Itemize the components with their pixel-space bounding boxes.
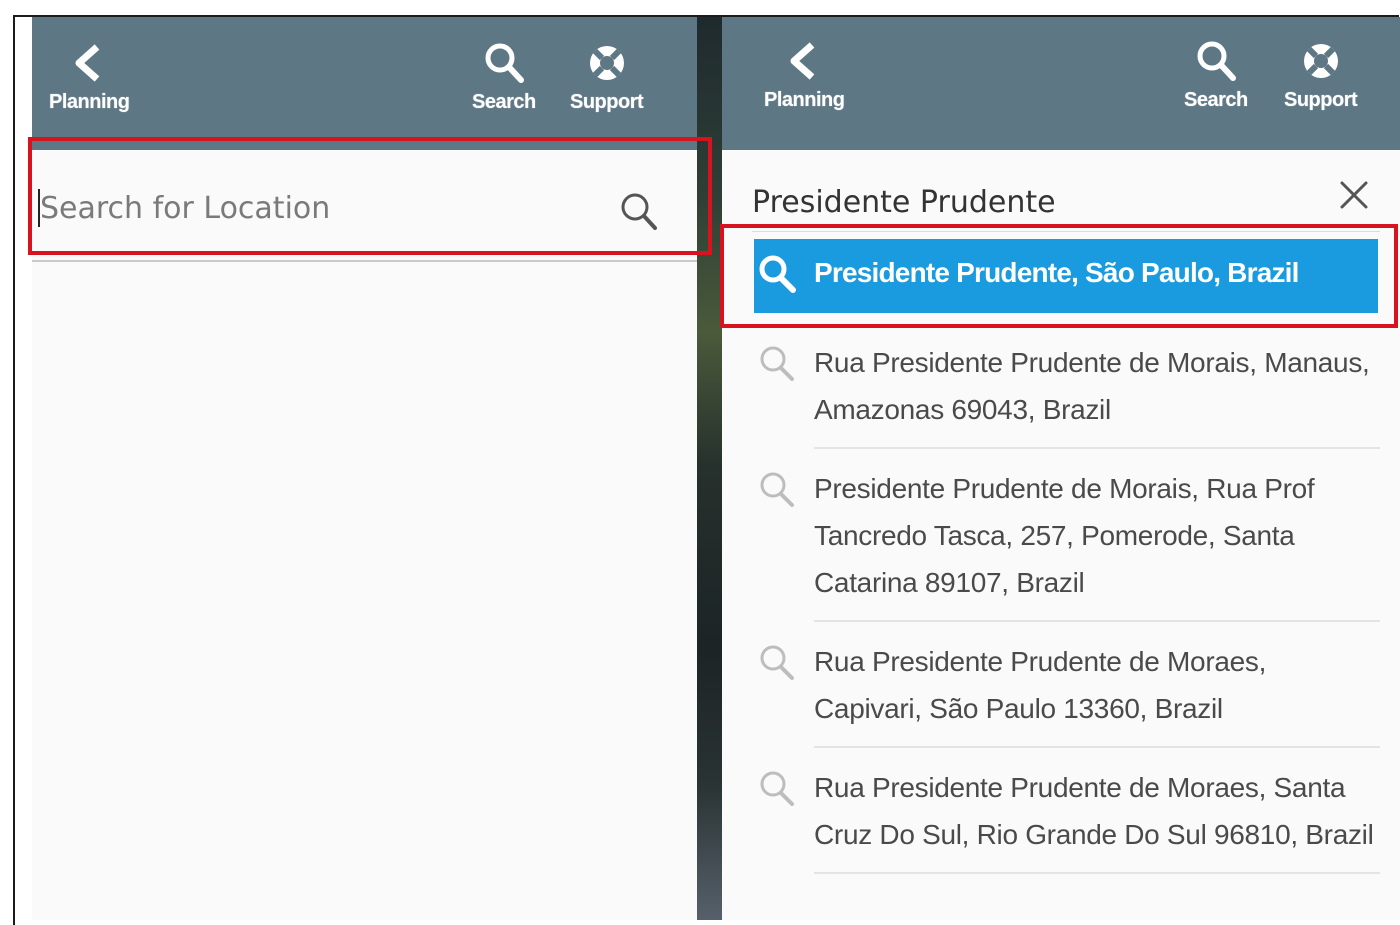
lifebuoy-icon	[1303, 44, 1338, 78]
planning-back-button[interactable]: Planning	[49, 41, 130, 114]
search-result[interactable]: Rua Presidente Prudente de Morais, Manau…	[722, 323, 1400, 449]
result-text: Presidente Prudente de Morais, Rua Prof …	[814, 473, 1315, 598]
magnifier-icon	[1197, 41, 1236, 81]
search-results-list: Presidente Prudente, São Paulo, Brazil R…	[722, 239, 1400, 874]
search-result[interactable]: Rua Presidente Prudente de Moraes, Santa…	[722, 748, 1400, 874]
map-background	[697, 17, 722, 920]
location-search-input[interactable]	[38, 185, 602, 231]
search-result-active[interactable]: Presidente Prudente, São Paulo, Brazil	[754, 239, 1378, 313]
header-support-button[interactable]: Support	[1284, 39, 1358, 112]
support-label: Support	[570, 91, 644, 113]
chevron-left-icon	[790, 42, 815, 80]
planning-back-button[interactable]: Planning	[764, 39, 845, 112]
right-panel: Planning Search Support Presidente Prude…	[722, 17, 1400, 920]
result-divider	[814, 872, 1380, 874]
close-icon[interactable]	[1334, 175, 1374, 215]
result-text: Rua Presidente Prudente de Moraes, Santa…	[814, 772, 1374, 850]
magnifier-icon	[760, 645, 794, 680]
text-caret	[38, 189, 40, 227]
search-label: Search	[1184, 89, 1248, 111]
planning-label: Planning	[49, 91, 130, 113]
lifebuoy-icon	[589, 46, 624, 80]
search-result[interactable]: Rua Presidente Prudente de Moraes, Capiv…	[722, 622, 1400, 748]
result-text: Rua Presidente Prudente de Moraes, Capiv…	[814, 646, 1267, 724]
magnifier-icon	[760, 472, 794, 507]
magnifier-icon	[485, 43, 524, 83]
right-header: Planning Search Support	[722, 17, 1400, 150]
input-underline	[32, 260, 697, 262]
search-label: Search	[472, 91, 536, 113]
search-query-text[interactable]: Presidente Prudente	[752, 185, 1056, 220]
header-search-button[interactable]: Search	[472, 41, 536, 114]
magnifier-icon[interactable]	[617, 190, 661, 234]
header-support-button[interactable]: Support	[570, 41, 644, 114]
planning-label: Planning	[764, 89, 845, 111]
location-search-field	[32, 150, 697, 265]
search-result[interactable]: Presidente Prudente de Morais, Rua Prof …	[722, 449, 1400, 622]
magnifier-icon	[759, 255, 796, 293]
support-label: Support	[1284, 89, 1358, 111]
left-header: Planning Search Support	[32, 17, 697, 150]
header-search-button[interactable]: Search	[1184, 39, 1248, 112]
chevron-left-icon	[75, 44, 100, 82]
magnifier-icon	[760, 346, 794, 381]
left-panel: Planning Search Support	[32, 17, 697, 920]
query-underline	[752, 231, 1380, 232]
result-text: Rua Presidente Prudente de Morais, Manau…	[814, 347, 1370, 425]
result-text: Presidente Prudente, São Paulo, Brazil	[814, 257, 1299, 288]
magnifier-icon	[760, 771, 794, 806]
